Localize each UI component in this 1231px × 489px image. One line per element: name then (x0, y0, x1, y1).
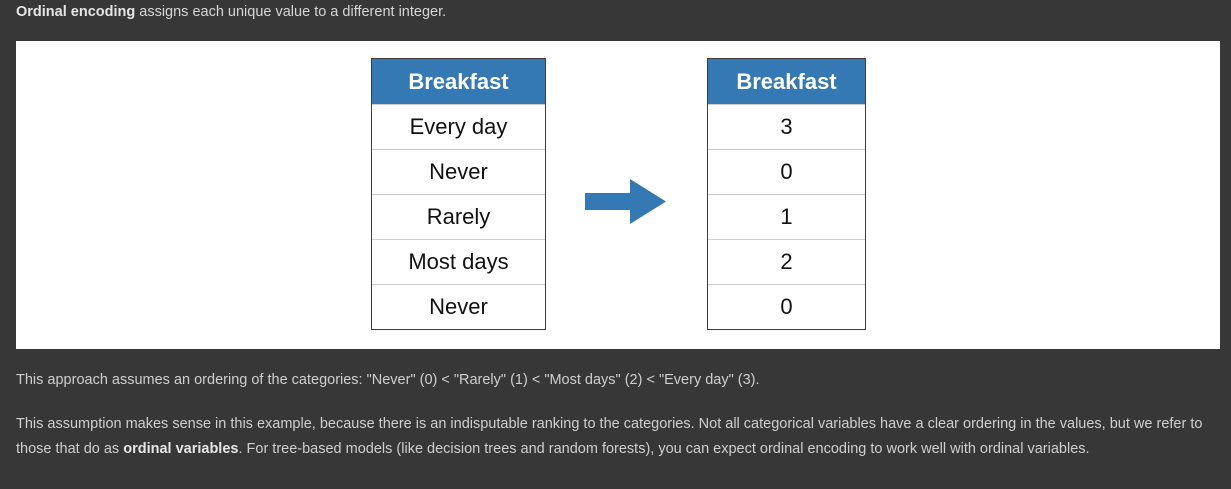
encoded-value-cell: 0 (708, 149, 865, 194)
encoded-table-header: Breakfast (708, 59, 865, 104)
ordering-paragraph: This approach assumes an ordering of the… (16, 372, 760, 388)
original-value-cell: Never (372, 284, 545, 329)
original-value-cell: Never (372, 149, 545, 194)
ordinal-variables-paragraph: This assumption makes sense in this exam… (16, 412, 1224, 462)
original-value-cell: Most days (372, 239, 545, 284)
original-table-header: Breakfast (372, 59, 545, 104)
intro-term: Ordinal encoding (16, 4, 136, 20)
intro-text: Ordinal encoding assigns each unique val… (16, 2, 446, 22)
original-value-cell: Every day (372, 104, 545, 149)
intro-rest: assigns each unique value to a different… (135, 4, 447, 20)
encoded-value-cell: 3 (708, 104, 865, 149)
right-arrow-icon (585, 179, 666, 224)
encoding-figure: Breakfast Every day Never Rarely Most da… (16, 41, 1220, 349)
ordinal-variables-term: ordinal variables (123, 441, 239, 457)
encoded-values-table: Breakfast 3 0 1 2 0 (707, 58, 866, 330)
original-value-cell: Rarely (372, 194, 545, 239)
encoded-value-cell: 2 (708, 239, 865, 284)
encoded-value-cell: 0 (708, 284, 865, 329)
encoded-value-cell: 1 (708, 194, 865, 239)
original-values-table: Breakfast Every day Never Rarely Most da… (371, 58, 546, 330)
paragraph-text-part2: . For tree-based models (like decision t… (238, 441, 1090, 457)
